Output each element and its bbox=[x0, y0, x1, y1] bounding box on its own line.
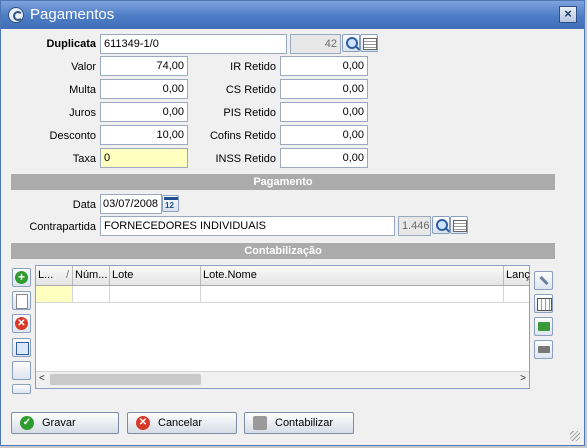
pagamento-section-header: Pagamento bbox=[11, 174, 555, 190]
add-row-button[interactable]: + bbox=[12, 268, 31, 287]
blank-toolbar-button[interactable] bbox=[12, 361, 31, 380]
table-cell[interactable] bbox=[110, 286, 201, 303]
plus-icon: + bbox=[15, 271, 28, 284]
grid-view-button[interactable] bbox=[534, 294, 553, 313]
duplicata-code-field: 42 bbox=[290, 34, 341, 54]
taxa-label: Taxa bbox=[72, 153, 96, 165]
cofins-retido-field[interactable]: 0,00 bbox=[280, 125, 368, 145]
duplicata-search-button[interactable] bbox=[342, 34, 360, 52]
pis-retido-label: PIS Retido bbox=[223, 107, 276, 119]
desconto-label: Desconto bbox=[49, 130, 96, 142]
taxa-field[interactable]: 0 bbox=[100, 148, 188, 168]
delete-icon: ✕ bbox=[15, 317, 28, 330]
data-field[interactable]: 03/07/2008 bbox=[100, 194, 162, 214]
table-cell[interactable] bbox=[504, 286, 529, 303]
contrapartida-field[interactable]: FORNECEDORES INDIVIDUAIS bbox=[100, 216, 395, 236]
title-bar: Pagamentos × bbox=[1, 1, 584, 29]
column-header-l[interactable]: L... / bbox=[36, 266, 73, 285]
window-title: Pagamentos bbox=[30, 6, 115, 23]
desconto-field[interactable]: 10,00 bbox=[100, 125, 188, 145]
contrapartida-list-button[interactable] bbox=[450, 216, 468, 234]
gravar-button[interactable]: ✓ Gravar bbox=[11, 412, 119, 434]
app-icon bbox=[8, 7, 24, 23]
close-button[interactable]: × bbox=[559, 6, 577, 23]
scroll-right-icon[interactable]: > bbox=[520, 373, 526, 384]
pagamentos-window: Pagamentos × Duplicata 611349-1/0 42 Val… bbox=[0, 0, 585, 446]
valor-label: Valor bbox=[71, 61, 96, 73]
ir-retido-label: IR Retido bbox=[230, 61, 276, 73]
contabilizacao-grid[interactable]: L... / Núm... Lote Lote.Nome Lanç < > bbox=[35, 265, 530, 389]
duplicata-label: Duplicata bbox=[46, 38, 96, 50]
column-header-lanc[interactable]: Lanç bbox=[504, 266, 531, 285]
data-label: Data bbox=[72, 199, 96, 211]
table-cell[interactable] bbox=[201, 286, 504, 303]
table-icon bbox=[537, 298, 552, 311]
cancel-icon: ✕ bbox=[136, 416, 150, 430]
ir-retido-field[interactable]: 0,00 bbox=[280, 56, 368, 76]
window-icon bbox=[16, 342, 29, 355]
column-header-lote[interactable]: Lote bbox=[110, 266, 201, 285]
contrapartida-code-field: 1.446 bbox=[398, 216, 431, 236]
close-icon: × bbox=[564, 6, 572, 21]
check-icon: ✓ bbox=[20, 416, 34, 430]
multa-field[interactable]: 0,00 bbox=[100, 79, 188, 99]
export-button[interactable] bbox=[534, 317, 553, 336]
cofins-retido-label: Cofins Retido bbox=[209, 130, 276, 142]
delete-row-button[interactable]: ✕ bbox=[12, 314, 31, 333]
partial-toolbar-button[interactable] bbox=[12, 384, 31, 394]
scrollbar-thumb[interactable] bbox=[50, 374, 201, 385]
contabilizacao-section-header: Contabilização bbox=[11, 243, 555, 259]
juros-field[interactable]: 0,00 bbox=[100, 102, 188, 122]
print-button[interactable] bbox=[534, 340, 553, 359]
edit-row-button[interactable] bbox=[12, 291, 31, 310]
table-cell[interactable] bbox=[73, 286, 110, 303]
pis-retido-field[interactable]: 0,00 bbox=[280, 102, 368, 122]
contrapartida-label: Contrapartida bbox=[29, 221, 96, 233]
resize-grip[interactable] bbox=[570, 431, 580, 441]
cs-retido-field[interactable]: 0,00 bbox=[280, 79, 368, 99]
column-header-num[interactable]: Núm... bbox=[73, 266, 110, 285]
horizontal-scrollbar[interactable]: < > bbox=[36, 371, 529, 388]
column-header-lote-nome[interactable]: Lote.Nome bbox=[201, 266, 504, 285]
cs-retido-label: CS Retido bbox=[225, 84, 276, 96]
calendar-button[interactable] bbox=[162, 195, 179, 212]
sort-indicator-icon: / bbox=[65, 269, 69, 281]
copy-row-button[interactable] bbox=[12, 338, 31, 357]
printer-icon bbox=[538, 346, 550, 353]
duplicata-field[interactable]: 611349-1/0 bbox=[100, 34, 287, 54]
duplicata-list-button[interactable] bbox=[360, 34, 378, 52]
multa-label: Multa bbox=[69, 84, 96, 96]
scroll-left-icon[interactable]: < bbox=[39, 373, 45, 384]
stamp-icon bbox=[253, 416, 267, 430]
contabilizar-button[interactable]: Contabilizar bbox=[244, 412, 354, 434]
juros-label: Juros bbox=[69, 107, 96, 119]
table-cell[interactable] bbox=[36, 286, 73, 303]
edit-icon bbox=[16, 294, 28, 309]
inss-retido-field[interactable]: 0,00 bbox=[280, 148, 368, 168]
wrench-icon bbox=[539, 275, 549, 286]
cancelar-button[interactable]: ✕ Cancelar bbox=[127, 412, 237, 434]
valor-field[interactable]: 74,00 bbox=[100, 56, 188, 76]
grid-header: L... / Núm... Lote Lote.Nome Lanç bbox=[36, 266, 531, 286]
tool-button[interactable] bbox=[534, 271, 553, 290]
contrapartida-search-button[interactable] bbox=[432, 216, 450, 234]
arrow-right-icon bbox=[538, 322, 550, 331]
inss-retido-label: INSS Retido bbox=[215, 153, 276, 165]
